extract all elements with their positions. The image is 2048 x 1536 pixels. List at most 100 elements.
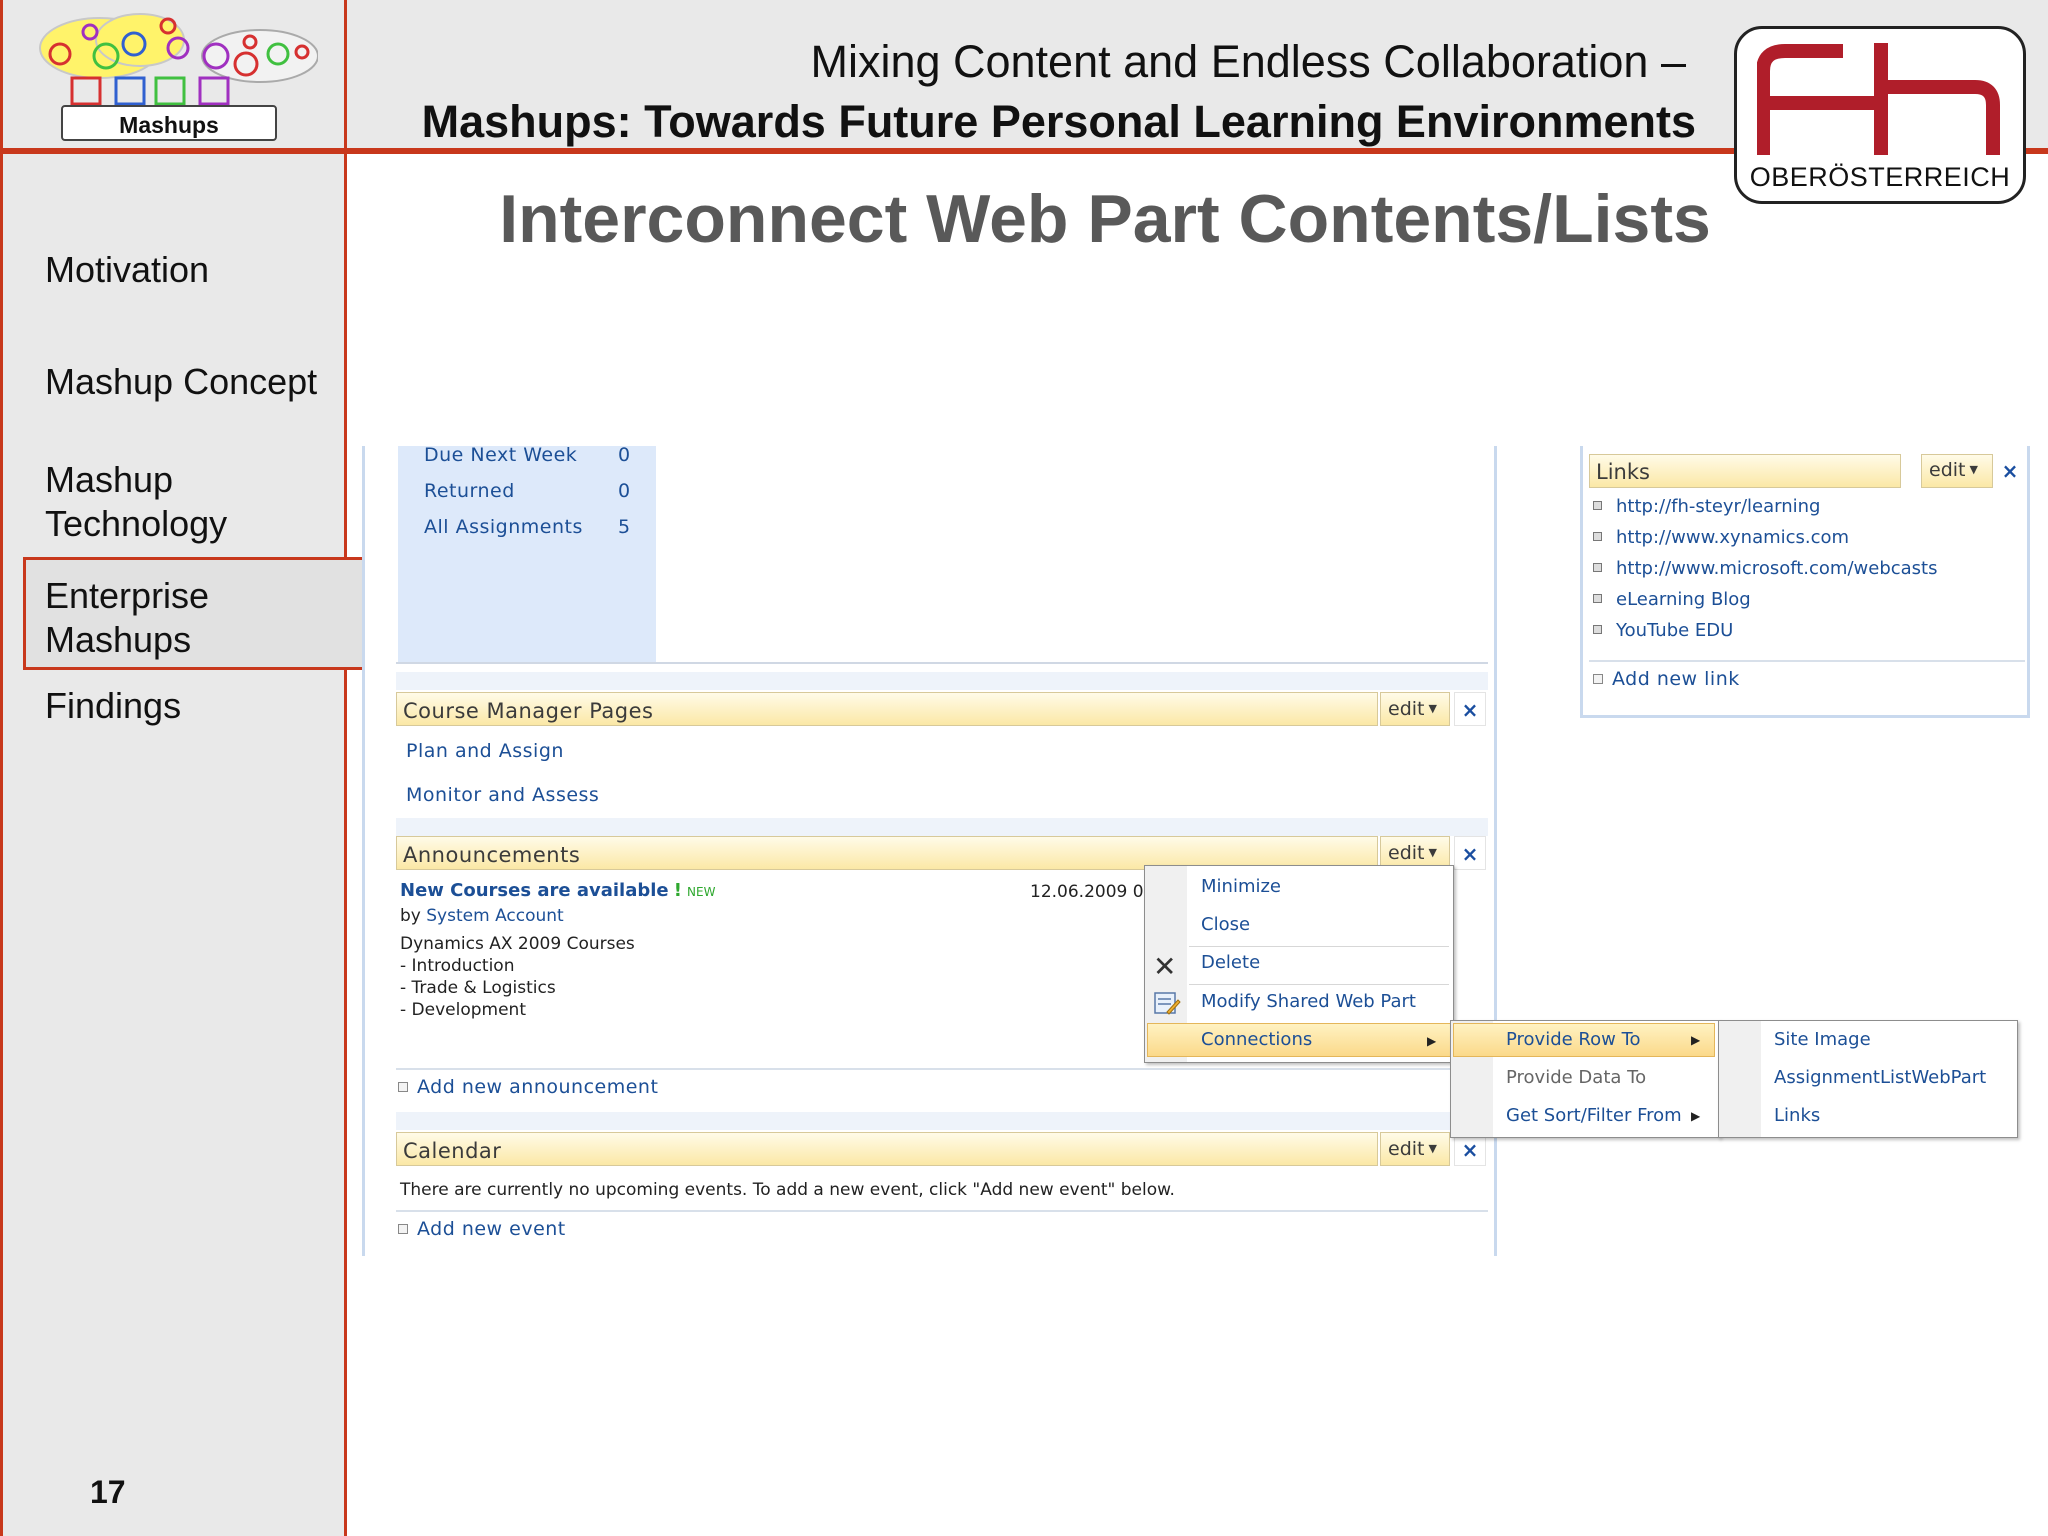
menu-item-connections[interactable]: Connections bbox=[1201, 1029, 1312, 1050]
menu-item-provide-data-to[interactable]: Provide Data To bbox=[1506, 1067, 1646, 1088]
sidebar-divider bbox=[344, 0, 347, 1536]
sidebar-item-label: Mashup Concept bbox=[45, 361, 318, 402]
author-link[interactable]: System Account bbox=[426, 906, 563, 926]
sidebar-item-enterprise-mashups[interactable]: Enterprise Mashups bbox=[45, 574, 209, 662]
add-new-event-link[interactable]: Add new event bbox=[398, 1218, 566, 1240]
bullet-icon bbox=[1593, 532, 1602, 541]
webpart-title-bar: Calendar bbox=[396, 1132, 1378, 1166]
slide-title: Interconnect Web Part Contents/Lists bbox=[499, 181, 1711, 257]
byline-prefix: by bbox=[400, 906, 427, 926]
link-item[interactable]: YouTube EDU bbox=[1593, 620, 1733, 641]
submenu-arrow-icon: ▶ bbox=[1691, 1109, 1701, 1123]
menu-item-links[interactable]: Links bbox=[1774, 1105, 1820, 1126]
menu-item-provide-row-to[interactable]: Provide Row To bbox=[1506, 1029, 1641, 1050]
announcement-title-row: New Courses are available ! NEW bbox=[400, 880, 715, 901]
menu-item-site-image[interactable]: Site Image bbox=[1774, 1029, 1871, 1050]
assignment-row-label[interactable]: Due Next Week bbox=[424, 444, 577, 466]
sidebar-item-label: Enterprise bbox=[45, 575, 210, 616]
assignment-row-value: 5 bbox=[618, 516, 631, 538]
assignment-row-value: 0 bbox=[618, 480, 631, 502]
sidebar-item-findings[interactable]: Findings bbox=[45, 684, 181, 728]
link-item[interactable]: eLearning Blog bbox=[1593, 589, 1751, 610]
divider bbox=[396, 662, 1488, 664]
sidebar-item-label: Motivation bbox=[45, 249, 210, 290]
sidebar-item-label-line2: Mashups bbox=[45, 619, 192, 660]
announcement-body-line: - Development bbox=[400, 1000, 526, 1020]
menu-item-delete[interactable]: Delete bbox=[1201, 952, 1260, 973]
menu-item-assignment-list-webpart[interactable]: AssignmentListWebPart bbox=[1774, 1067, 1986, 1088]
edit-label: edit bbox=[1929, 459, 1966, 481]
bullet-icon bbox=[1593, 563, 1602, 572]
submenu-arrow-icon: ▶ bbox=[1427, 1034, 1437, 1048]
assignment-row-label[interactable]: Returned bbox=[424, 480, 515, 502]
add-icon bbox=[398, 1224, 408, 1234]
edit-label: edit bbox=[1388, 1138, 1425, 1160]
menu-divider bbox=[1189, 984, 1449, 985]
add-icon bbox=[1593, 674, 1603, 684]
menu-item-get-sort-filter-from[interactable]: Get Sort/Filter From bbox=[1506, 1105, 1682, 1126]
modify-webpart-icon bbox=[1154, 992, 1181, 1015]
fh-logo-mark-icon bbox=[1757, 43, 2000, 155]
announcement-body-line: - Trade & Logistics bbox=[400, 978, 556, 998]
webpart-close-button[interactable]: × bbox=[1454, 692, 1486, 726]
link-label: http://fh-steyr/learning bbox=[1616, 496, 1821, 517]
mashups-logo: Mashups bbox=[28, 6, 319, 142]
sidebar-item-label: Mashup bbox=[45, 459, 174, 500]
webpart-spacer bbox=[396, 1112, 1488, 1130]
webpart-close-button[interactable]: × bbox=[1454, 836, 1486, 870]
sidebar-item-motivation[interactable]: Motivation bbox=[45, 248, 209, 292]
assignment-row-label[interactable]: All Assignments bbox=[424, 516, 583, 538]
link-item[interactable]: http://www.xynamics.com bbox=[1593, 527, 1849, 548]
link-item[interactable]: http://fh-steyr/learning bbox=[1593, 496, 1820, 517]
webpart-edit-menu-button[interactable]: edit ▼ bbox=[1921, 454, 1993, 488]
webpart-header-calendar: Calendar edit ▼ × bbox=[396, 1132, 1488, 1168]
course-manager-link[interactable]: Plan and Assign bbox=[406, 740, 564, 762]
add-icon bbox=[398, 1082, 408, 1092]
link-label: eLearning Blog bbox=[1616, 589, 1751, 610]
menu-gutter bbox=[1719, 1021, 1761, 1137]
caret-down-icon: ▼ bbox=[1428, 846, 1437, 859]
add-link-label: Add new announcement bbox=[417, 1076, 659, 1098]
add-new-link-link[interactable]: Add new link bbox=[1593, 668, 1740, 690]
webpart-title: Links bbox=[1596, 460, 1650, 484]
submenu-arrow-icon: ▶ bbox=[1691, 1033, 1701, 1047]
divider bbox=[396, 1068, 1488, 1070]
bullet-icon bbox=[1593, 501, 1602, 510]
caret-down-icon: ▼ bbox=[1969, 463, 1978, 476]
new-badge: NEW bbox=[687, 885, 716, 899]
left-border bbox=[0, 0, 3, 1536]
webpart-edit-menu-button[interactable]: edit ▼ bbox=[1380, 1132, 1450, 1166]
menu-item-modify-shared-web-part[interactable]: Modify Shared Web Part bbox=[1201, 991, 1416, 1012]
webpart-spacer bbox=[396, 818, 1488, 836]
webpart-spacer bbox=[396, 672, 1488, 690]
mashups-logo-label: Mashups bbox=[119, 112, 219, 138]
webpart-title: Calendar bbox=[403, 1139, 502, 1163]
link-label: YouTube EDU bbox=[1616, 620, 1734, 641]
webpart-title: Course Manager Pages bbox=[403, 699, 654, 723]
divider bbox=[1589, 660, 2025, 662]
calendar-empty-text: There are currently no upcoming events. … bbox=[400, 1180, 1175, 1200]
webpart-edit-menu-button[interactable]: edit ▼ bbox=[1380, 692, 1450, 726]
page-number: 17 bbox=[90, 1474, 126, 1510]
webpart-close-button[interactable]: × bbox=[1995, 454, 2025, 488]
sidebar-item-mashup-concept[interactable]: Mashup Concept bbox=[45, 360, 317, 404]
menu-item-close[interactable]: Close bbox=[1201, 914, 1250, 935]
webpart-title-bar: Links bbox=[1589, 454, 1901, 488]
sidebar-item-label-line2: Technology bbox=[45, 503, 228, 544]
header-title-line2: Mashups: Towards Future Personal Learnin… bbox=[421, 96, 1696, 147]
sidebar-item-label: Findings bbox=[45, 685, 182, 726]
menu-item-minimize[interactable]: Minimize bbox=[1201, 876, 1281, 897]
link-item[interactable]: http://www.microsoft.com/webcasts bbox=[1593, 558, 1938, 579]
announcement-title-link[interactable]: New Courses are available bbox=[400, 880, 669, 901]
edit-label: edit bbox=[1388, 842, 1425, 864]
course-manager-link[interactable]: Monitor and Assess bbox=[406, 784, 599, 806]
bullet-icon bbox=[1593, 625, 1602, 634]
menu-divider bbox=[1189, 946, 1449, 947]
add-new-announcement-link[interactable]: Add new announcement bbox=[398, 1076, 658, 1098]
sidebar-item-mashup-technology[interactable]: Mashup Technology bbox=[45, 458, 227, 546]
announcement-date: 12.06.2009 0 bbox=[1030, 882, 1144, 902]
assignment-row-value: 0 bbox=[618, 444, 631, 466]
caret-down-icon: ▼ bbox=[1428, 702, 1437, 715]
fh-logo: OBERÖSTERREICH bbox=[1734, 26, 2026, 204]
announcement-byline: by System Account bbox=[400, 906, 564, 926]
